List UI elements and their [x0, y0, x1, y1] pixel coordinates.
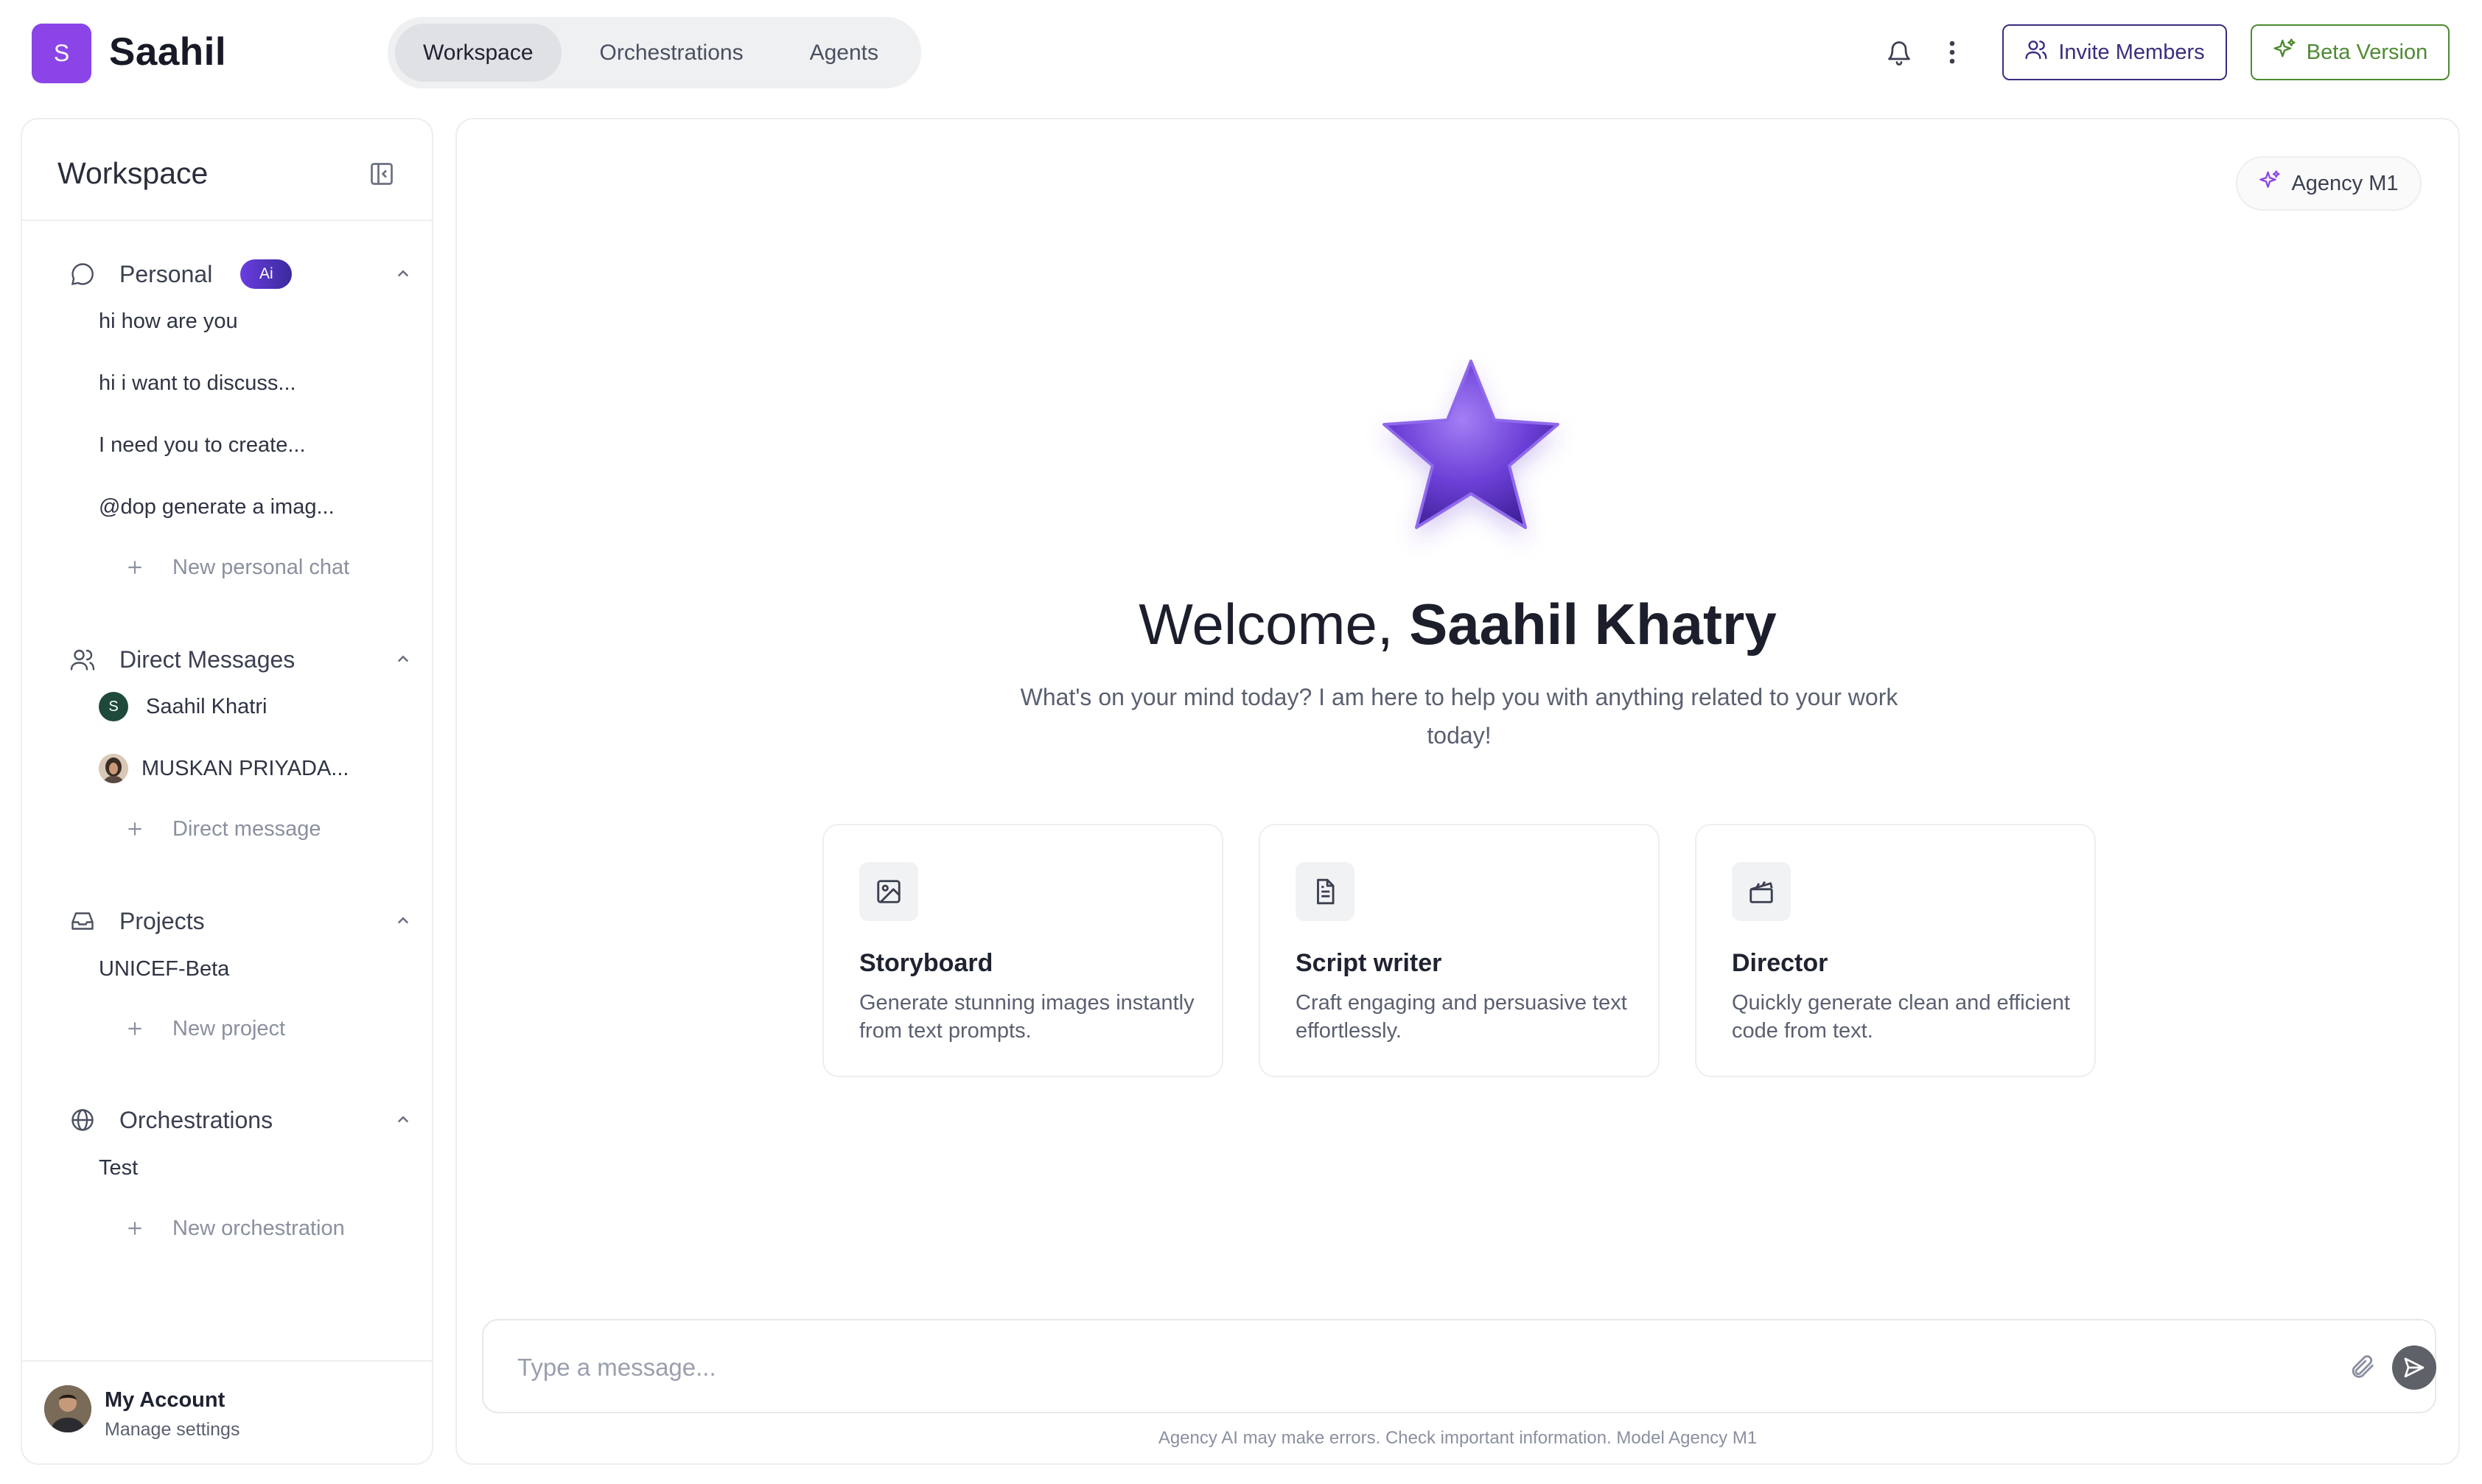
tab-orchestrations[interactable]: Orchestrations	[572, 24, 772, 82]
dm-name: MUSKAN PRIYADA...	[141, 756, 349, 780]
project-item[interactable]: UNICEF-Beta	[99, 953, 229, 984]
star-logo-icon	[1360, 340, 1581, 561]
plus-icon	[128, 1222, 141, 1235]
welcome-name: Saahil Khatry	[1409, 592, 1777, 657]
dm-item[interactable]: S Saahil Khatri	[99, 691, 267, 722]
section-orchestrations[interactable]: Orchestrations	[68, 1102, 414, 1138]
chevron-up-icon[interactable]	[392, 910, 414, 932]
chat-item[interactable]: I need you to create...	[99, 430, 306, 461]
card-title: Director	[1732, 949, 1828, 977]
chat-item[interactable]: @dop generate a imag...	[99, 491, 335, 522]
storyboard-card[interactable]: Storyboard Generate stunning images inst…	[822, 824, 1223, 1077]
section-orchestrations-label: Orchestrations	[119, 1106, 273, 1133]
clapperboard-icon	[1732, 862, 1791, 921]
inbox-icon	[68, 906, 97, 936]
send-icon	[2404, 1357, 2425, 1378]
users-icon	[68, 645, 97, 674]
new-orchestration-button[interactable]: New orchestration	[125, 1213, 345, 1244]
account-footer[interactable]: My Account Manage settings	[22, 1360, 432, 1463]
ai-badge: Ai	[240, 259, 293, 289]
card-description: Craft engaging and persuasive text effor…	[1296, 991, 1627, 1043]
sparkle-icon	[2259, 169, 2281, 197]
orchestration-item[interactable]: Test	[99, 1152, 138, 1183]
chevron-up-icon[interactable]	[392, 263, 414, 285]
message-input[interactable]	[517, 1345, 2286, 1390]
sparkle-icon	[2273, 38, 2296, 67]
section-personal[interactable]: Personal Ai	[68, 256, 414, 293]
invite-members-button[interactable]: Invite Members	[2002, 24, 2227, 80]
plus-icon	[128, 1022, 141, 1035]
card-description: Quickly generate clean and efficient cod…	[1732, 991, 2070, 1043]
director-card[interactable]: Director Quickly generate clean and effi…	[1695, 824, 2096, 1077]
chat-item[interactable]: hi how are you	[99, 306, 238, 337]
users-icon	[2024, 38, 2048, 67]
welcome-subtitle: What's on your mind today? I am here to …	[1020, 684, 1898, 749]
bell-icon[interactable]	[1881, 34, 1918, 71]
section-personal-label: Personal	[119, 260, 213, 287]
chevron-up-icon[interactable]	[392, 1109, 414, 1131]
card-title: Script writer	[1296, 949, 1442, 977]
script-writer-card[interactable]: Script writer Craft engaging and persuas…	[1259, 824, 1660, 1077]
collapse-sidebar-icon[interactable]	[368, 161, 398, 190]
document-icon	[1296, 862, 1354, 921]
card-description: Generate stunning images instantly from …	[859, 991, 1195, 1043]
paperclip-icon[interactable]	[2348, 1353, 2377, 1382]
top-bar: S Saahil Workspace Orchestrations Agents…	[0, 0, 2482, 111]
model-selector[interactable]: Agency M1	[2236, 156, 2422, 211]
chat-item[interactable]: hi i want to discuss...	[99, 368, 296, 399]
image-icon	[859, 862, 918, 921]
invite-members-label: Invite Members	[2058, 40, 2205, 64]
avatar	[99, 754, 128, 783]
plus-icon	[128, 561, 141, 574]
tab-agents[interactable]: Agents	[782, 24, 906, 82]
new-project-label: New project	[172, 1016, 286, 1040]
section-projects[interactable]: Projects	[68, 903, 414, 939]
avatar	[44, 1385, 91, 1432]
chevron-up-icon[interactable]	[392, 648, 414, 671]
section-projects-label: Projects	[119, 907, 205, 934]
new-personal-chat-label: New personal chat	[172, 555, 350, 579]
section-direct-messages-label: Direct Messages	[119, 645, 296, 673]
new-direct-message-button[interactable]: Direct message	[125, 813, 321, 844]
tab-workspace[interactable]: Workspace	[395, 24, 562, 82]
main-nav-tabs: Workspace Orchestrations Agents	[388, 17, 921, 88]
account-name: My Account	[105, 1388, 226, 1412]
globe-icon	[68, 1105, 97, 1135]
section-direct-messages[interactable]: Direct Messages	[68, 641, 414, 678]
ai-disclaimer: Agency AI may make errors. Check importa…	[1158, 1428, 1758, 1448]
new-orchestration-label: New orchestration	[172, 1216, 345, 1240]
plus-icon	[128, 822, 141, 836]
chat-main-panel: Agency M1 Welcome, Saahil Khatry What's …	[455, 118, 2460, 1465]
new-project-button[interactable]: New project	[125, 1013, 285, 1044]
new-personal-chat-button[interactable]: New personal chat	[125, 552, 349, 583]
sidebar: Workspace Personal Ai hi how are you hi …	[21, 118, 433, 1465]
model-selector-label: Agency M1	[2291, 171, 2399, 195]
dm-name: Saahil Khatri	[146, 694, 268, 718]
welcome-heading: Welcome, Saahil Khatry	[457, 591, 2458, 658]
chat-bubble-icon	[68, 259, 97, 289]
account-subtitle: Manage settings	[105, 1419, 240, 1440]
sidebar-title: Workspace	[57, 156, 209, 190]
message-composer	[482, 1319, 2436, 1413]
card-title: Storyboard	[859, 949, 993, 977]
sidebar-header: Workspace	[22, 119, 432, 221]
new-direct-message-label: Direct message	[172, 816, 321, 841]
workspace-logo[interactable]: S	[32, 24, 91, 83]
dm-item[interactable]: MUSKAN PRIYADA...	[99, 753, 349, 784]
kebab-icon[interactable]	[1934, 34, 1971, 71]
avatar: S	[99, 692, 128, 721]
welcome-prefix: Welcome,	[1139, 592, 1410, 657]
beta-version-label: Beta Version	[2306, 40, 2428, 64]
send-button[interactable]	[2392, 1345, 2436, 1390]
app-title: Saahil	[109, 30, 227, 74]
beta-version-button[interactable]: Beta Version	[2251, 24, 2450, 80]
